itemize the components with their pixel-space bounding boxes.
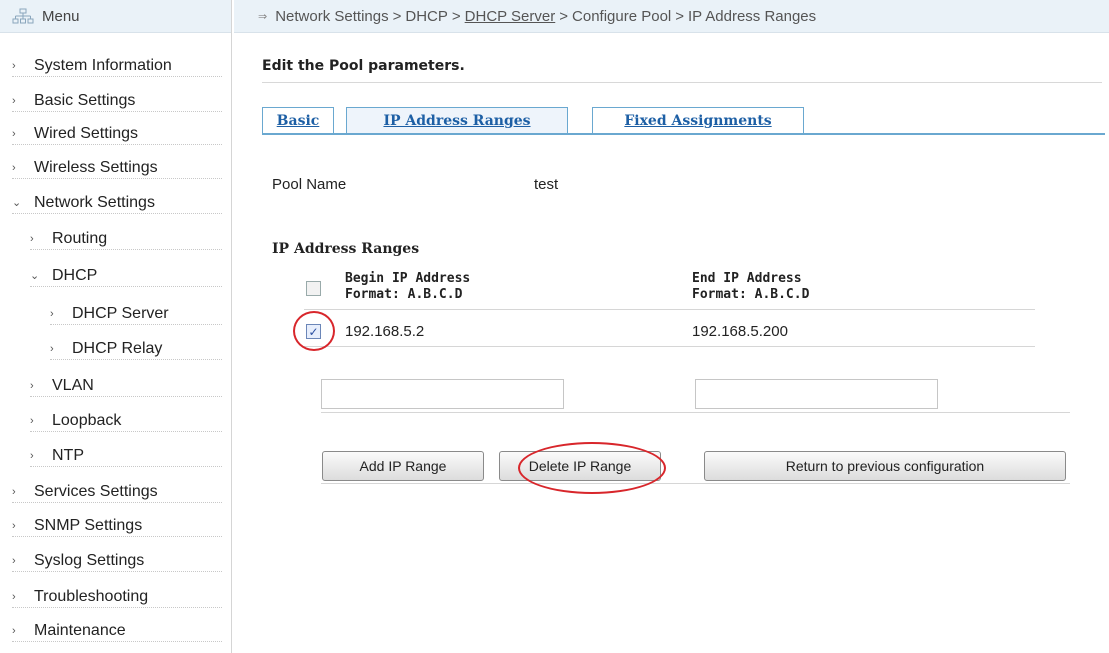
sidebar-item-syslog-settings[interactable]: › Syslog Settings (12, 550, 222, 572)
sidebar: Menu › System Information › Basic Settin… (0, 0, 232, 653)
sidebar-item-network-settings[interactable]: ⌄ Network Settings (12, 192, 222, 214)
sidebar-item-label: System Information (34, 56, 172, 74)
tab-ip-address-ranges[interactable]: IP Address Ranges (346, 107, 568, 134)
breadcrumb-item: DHCP (405, 7, 448, 25)
tab-fixed-assignments[interactable]: Fixed Assignments (592, 107, 804, 134)
select-all-checkbox[interactable] (306, 281, 321, 296)
table-row-divider (304, 346, 1035, 347)
sidebar-item-label: Syslog Settings (34, 551, 145, 569)
inputs-divider (321, 412, 1070, 413)
sidebar-item-dhcp[interactable]: ⌄ DHCP (30, 265, 222, 287)
chevron-right-icon: › (12, 127, 16, 140)
sidebar-item-maintenance[interactable]: › Maintenance (12, 620, 222, 642)
sidebar-item-label: DHCP Relay (72, 339, 163, 357)
sidebar-item-label: DHCP Server (72, 304, 169, 322)
sidebar-item-services-settings[interactable]: › Services Settings (12, 481, 222, 503)
chevron-right-icon: › (12, 519, 16, 532)
return-to-previous-configuration-button[interactable]: Return to previous configuration (704, 451, 1066, 481)
end-ip-header: End IP Address Format: A.B.C.D (692, 271, 809, 303)
page-title: Edit the Pool parameters. (262, 58, 465, 74)
sidebar-item-label: Troubleshooting (34, 587, 149, 605)
sidebar-item-label: Network Settings (34, 193, 155, 211)
pool-name-label: Pool Name (272, 176, 347, 193)
chevron-right-icon: › (30, 379, 34, 392)
sidebar-item-dhcp-relay[interactable]: › DHCP Relay (50, 338, 222, 360)
sidebar-item-label: Loopback (52, 411, 122, 429)
end-ip-header-label: End IP Address (692, 271, 802, 286)
sidebar-item-wired-settings[interactable]: › Wired Settings (12, 123, 222, 145)
range-row-checkbox[interactable]: ✓ (306, 324, 321, 339)
tab-basic[interactable]: Basic (262, 107, 334, 134)
sidebar-item-snmp-settings[interactable]: › SNMP Settings (12, 515, 222, 537)
sidebar-item-label: Maintenance (34, 621, 126, 639)
sidebar-item-system-information[interactable]: › System Information (12, 55, 222, 77)
breadcrumb: ⇒ Network Settings > DHCP > DHCP Server … (234, 0, 1109, 33)
sidebar-item-label: Routing (52, 229, 108, 247)
chevron-right-icon: › (12, 485, 16, 498)
sidebar-item-wireless-settings[interactable]: › Wireless Settings (12, 157, 222, 179)
buttons-divider (321, 483, 1070, 484)
breadcrumb-separator: > (392, 7, 402, 25)
range-begin-ip: 192.168.5.2 (345, 323, 425, 340)
breadcrumb-item-current: IP Address Ranges (688, 7, 817, 25)
chevron-right-icon: › (12, 554, 16, 567)
begin-ip-header-label: Begin IP Address (345, 271, 471, 286)
chevron-right-icon: › (50, 307, 54, 320)
breadcrumb-link-dhcp-server[interactable]: DHCP Server (465, 8, 556, 25)
table-header-divider (304, 309, 1035, 310)
chevron-right-icon: › (30, 449, 34, 462)
chevron-down-icon: ⌄ (12, 197, 22, 209)
chevron-right-icon: › (12, 59, 16, 72)
chevron-right-icon: › (12, 624, 16, 637)
main-content: ⇒ Network Settings > DHCP > DHCP Server … (234, 0, 1109, 653)
end-ip-header-format: Format: A.B.C.D (692, 287, 810, 302)
sidebar-item-label: Wireless Settings (34, 158, 158, 176)
chevron-down-icon: ⌄ (30, 270, 40, 282)
pool-name-value: test (534, 176, 559, 193)
chevron-right-icon: › (12, 590, 16, 603)
range-end-ip: 192.168.5.200 (692, 323, 788, 340)
breadcrumb-separator: > (559, 7, 569, 25)
breadcrumb-item: Network Settings (275, 7, 389, 25)
chevron-right-icon: › (30, 232, 34, 245)
new-begin-ip-input[interactable] (321, 379, 564, 409)
sidebar-item-label: DHCP (52, 266, 98, 284)
menu-title: Menu (42, 7, 80, 25)
breadcrumb-item: Configure Pool (572, 7, 672, 25)
delete-ip-range-button[interactable]: Delete IP Range (499, 451, 661, 481)
new-end-ip-input[interactable] (695, 379, 938, 409)
breadcrumb-arrow-icon: ⇒ (258, 10, 268, 23)
sidebar-item-loopback[interactable]: › Loopback (30, 410, 222, 432)
ip-ranges-title: IP Address Ranges (272, 241, 420, 257)
sidebar-item-vlan[interactable]: › VLAN (30, 375, 222, 397)
add-ip-range-button[interactable]: Add IP Range (322, 451, 484, 481)
chevron-right-icon: › (12, 94, 16, 107)
breadcrumb-separator: > (675, 7, 685, 25)
title-divider (262, 82, 1102, 83)
sidebar-item-label: SNMP Settings (34, 516, 143, 534)
begin-ip-header-format: Format: A.B.C.D (345, 287, 463, 302)
sidebar-item-dhcp-server[interactable]: › DHCP Server (50, 303, 222, 325)
sidebar-item-label: NTP (52, 446, 84, 464)
sidebar-item-routing[interactable]: › Routing (30, 228, 222, 250)
sidebar-item-troubleshooting[interactable]: › Troubleshooting (12, 586, 222, 608)
chevron-right-icon: › (12, 161, 16, 174)
tab-bar-divider (262, 133, 1105, 135)
sidebar-item-label: Wired Settings (34, 124, 139, 142)
chevron-right-icon: › (30, 414, 34, 427)
sidebar-item-label: VLAN (52, 376, 94, 394)
sidebar-item-basic-settings[interactable]: › Basic Settings (12, 90, 222, 112)
chevron-right-icon: › (50, 342, 54, 355)
sidebar-item-label: Basic Settings (34, 91, 136, 109)
sidebar-item-ntp[interactable]: › NTP (30, 445, 222, 467)
sitemap-icon (12, 8, 34, 24)
menu-header: Menu (0, 0, 231, 33)
sidebar-item-label: Services Settings (34, 482, 158, 500)
begin-ip-header: Begin IP Address Format: A.B.C.D (345, 271, 470, 303)
breadcrumb-separator: > (451, 7, 461, 25)
